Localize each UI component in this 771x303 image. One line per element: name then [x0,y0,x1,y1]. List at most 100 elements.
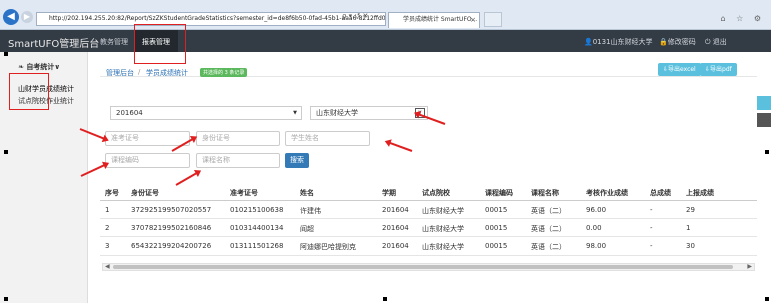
table-cell: 00015 [485,206,508,214]
id-number-input[interactable]: 身份证号 [196,131,280,146]
column-header: 学期 [382,189,396,197]
course-name-input[interactable]: 课程名称 [196,153,280,168]
school-select[interactable]: 山东财经大学 ∨ [310,106,428,120]
table-cell: 201604 [382,206,409,214]
lock-icon: 🔒 [659,38,668,46]
table-cell: 2 [105,224,110,232]
browser-toolbar: ◀ ▶ http://202.194.255.20:82/Report/SzZK… [0,0,771,30]
browser-tab[interactable]: 学员成绩统计 SmartUFO... × [388,12,480,28]
row-divider [100,255,757,256]
address-bar[interactable]: http://202.194.255.20:82/Report/SzZKStud… [36,12,386,26]
column-header: 准考证号 [230,189,258,197]
table-cell: - [650,224,653,232]
table-cell: 英语（二） [531,225,566,233]
tab-title: 学员成绩统计 SmartUFO... [403,16,478,23]
annotation-arrow [387,141,413,152]
table-cell: - [650,206,653,214]
selection-handle [765,150,769,154]
annotation-box [134,24,186,64]
table-cell: 1 [105,206,110,214]
user-menu[interactable]: 👤0131山东财经大学 [584,37,653,47]
selection-handle [383,297,387,301]
table-cell: 3 [105,242,110,250]
chevron-down-icon: ∨ [54,63,60,71]
table-cell: 阎超 [300,225,314,233]
annotation-box [9,73,49,110]
user-name: 0131山东财经大学 [592,38,653,46]
table-cell: 010314400134 [230,224,284,232]
table-cell: 山东财经大学 [422,207,464,215]
header-divider [100,200,757,201]
breadcrumb-current[interactable]: 学员成绩统计 [146,68,188,78]
scroll-right-icon[interactable]: ▶ [747,263,752,270]
caret-down-icon: ▼ [293,110,297,116]
browser-window-icons[interactable]: ⌂ ☆ ⚙ [720,14,765,23]
nav-item-academic[interactable]: 教务管理 [100,37,128,47]
new-tab-button[interactable] [484,12,502,27]
forward-arrow-icon[interactable]: ▶ [21,11,33,23]
breadcrumb-separator: / [138,68,141,76]
semester-select[interactable]: 201604 ▼ [110,106,302,120]
table-cell: 201604 [382,224,409,232]
table-cell: 201604 [382,242,409,250]
close-icon[interactable]: × [470,13,476,27]
settings-float-icon[interactable] [757,96,771,110]
selection-handle [765,297,769,301]
column-header: 课程编码 [485,189,513,197]
course-code-input[interactable]: 课程编码 [105,153,190,168]
address-bar-icons[interactable]: ρ ▾ ↺ ✕ [342,12,368,20]
power-icon: ⏻ [705,38,711,46]
column-header: 总成绩 [650,189,671,197]
table-cell: 372925199507020557 [131,206,212,214]
student-name-input[interactable]: 学生姓名 [285,131,370,146]
table-cell: 98.00 [586,242,607,250]
export-pdf-button[interactable]: ⇩导出pdf [700,63,737,76]
column-header: 序号 [105,189,119,197]
table-cell: 30 [686,242,695,250]
sidebar-group-self-exam[interactable]: ❧ 自考统计∨ [18,62,60,72]
circle-float-icon[interactable] [757,113,771,127]
table-cell: 010215100638 [230,206,284,214]
annotation-arrow [175,171,200,186]
table-cell: 654322199204200726 [131,242,212,250]
app-header: SmartUFO管理后台 教务管理 报表管理 👤0131山东财经大学 🔒修改密码… [0,30,771,52]
table-cell: 山东财经大学 [422,243,464,251]
change-password-link[interactable]: 🔒修改密码 [659,37,696,47]
table-cell: 96.00 [586,206,607,214]
table-cell: 1 [686,224,691,232]
table-cell: 013111501268 [230,242,284,250]
table-cell: 0.00 [586,224,602,232]
column-header: 身份证号 [131,189,159,197]
brand-title: SmartUFO管理后台 [8,39,100,50]
column-header: 试点院校 [422,189,450,197]
column-header: 课程名称 [531,189,559,197]
column-header: 考核作业成绩 [586,189,628,197]
column-header: 上报成绩 [686,189,714,197]
selection-handle [4,52,8,56]
leaf-icon: ❧ [18,63,24,71]
selection-badge: 共选择的 3 条记录 [200,68,248,77]
table-cell: 370782199502160846 [131,224,212,232]
export-excel-button[interactable]: ⇩导出excel [658,63,701,76]
search-button[interactable]: 搜索 [285,153,309,168]
table-cell: 英语（二） [531,207,566,215]
table-cell: - [650,242,653,250]
scrollbar-thumb[interactable] [113,265,733,269]
horizontal-scrollbar[interactable]: ◀ ▶ [102,263,755,271]
exam-number-input[interactable]: 准考证号 [105,131,190,146]
row-divider [100,236,757,237]
selection-handle [4,297,8,301]
table-cell: 00015 [485,224,508,232]
table-cell: 29 [686,206,695,214]
scroll-left-icon[interactable]: ◀ [105,263,110,270]
table-cell: 阿迪娜巴哈提别克 [300,243,356,251]
table-cell: 00015 [485,242,508,250]
table-cell: 许建伟 [300,207,321,215]
breadcrumb-home[interactable]: 管理后台 [106,68,134,78]
user-icon: 👤 [584,38,593,46]
row-divider [100,218,757,219]
logout-link[interactable]: ⏻ 退出 [705,37,727,47]
selection-handle [4,150,8,154]
back-arrow-icon[interactable]: ◀ [3,9,19,25]
table-cell: 山东财经大学 [422,225,464,233]
